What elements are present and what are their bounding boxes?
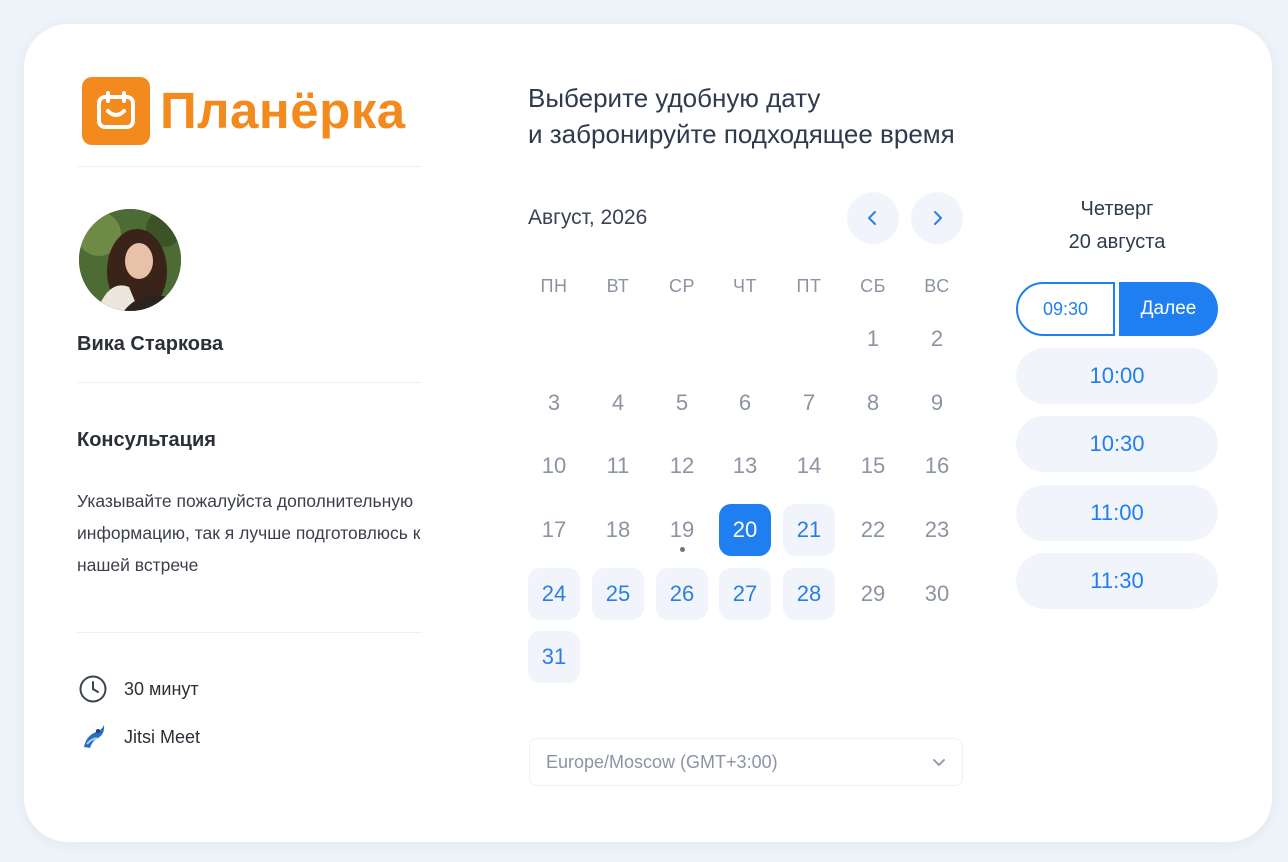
calendar-day: 17 xyxy=(541,517,567,542)
duration-text: 30 минут xyxy=(124,678,199,699)
calendar-day: 18 xyxy=(605,517,631,542)
jitsi-icon xyxy=(77,721,109,753)
duration-row: 30 минут xyxy=(77,673,199,705)
heading-line-1: Выберите удобную дату xyxy=(528,83,821,113)
time-slot-button[interactable]: 11:30 xyxy=(1016,553,1218,609)
calendar-day: 11 xyxy=(606,453,630,478)
calendar-day[interactable]: 21 xyxy=(783,504,835,556)
calendar-day: 16 xyxy=(924,453,950,478)
calendar-day: 9 xyxy=(930,390,944,415)
month-label: Август, 2026 xyxy=(528,206,648,229)
brand-name: Планёрка xyxy=(160,82,406,139)
calendar-day: 12 xyxy=(669,453,695,478)
weekday-label: СБ xyxy=(860,276,886,296)
calendar-day: 30 xyxy=(924,581,950,606)
calendar-day: 3 xyxy=(547,390,561,415)
prev-month-button[interactable] xyxy=(847,192,899,244)
event-title: Консультация xyxy=(77,429,216,451)
calendar-logo-icon xyxy=(82,77,150,145)
calendar-day[interactable]: 26 xyxy=(656,568,708,620)
calendar-day[interactable]: 27 xyxy=(719,568,771,620)
calendar-day[interactable]: 25 xyxy=(592,568,644,620)
time-slot-button[interactable]: 10:30 xyxy=(1016,416,1218,472)
timezone-value: Europe/Moscow (GMT+3:00) xyxy=(546,751,778,772)
calendar-day: 1 xyxy=(866,326,880,351)
heading-line-2: и забронируйте подходящее время xyxy=(528,119,955,149)
divider xyxy=(77,166,422,167)
calendar-day: 29 xyxy=(860,581,886,606)
calendar-day: 22 xyxy=(860,517,886,542)
avatar xyxy=(79,209,181,311)
calendar-day: 13 xyxy=(732,453,758,478)
chevron-right-icon xyxy=(934,211,942,225)
weekday-label: ЧТ xyxy=(733,276,757,296)
next-button[interactable]: Далее xyxy=(1119,282,1218,336)
event-description: Указывайте пожалуйста дополнительную инф… xyxy=(77,491,421,575)
selected-day-name: Четверг xyxy=(1080,198,1154,220)
calendar-day: 19 xyxy=(656,504,708,556)
calendar-day: 6 xyxy=(738,390,752,415)
selected-time-slot[interactable]: 09:30 xyxy=(1016,282,1115,336)
calendar-day: 5 xyxy=(675,390,689,415)
clock-icon xyxy=(77,673,109,705)
time-slot-button[interactable]: 11:00 xyxy=(1016,485,1218,541)
location-text: Jitsi Meet xyxy=(124,726,201,747)
calendar-day: 8 xyxy=(866,390,880,415)
next-month-button[interactable] xyxy=(911,192,963,244)
calendar-day: 15 xyxy=(860,453,886,478)
weekday-label: ВС xyxy=(924,276,950,296)
today-indicator xyxy=(680,547,685,552)
weekday-label: СР xyxy=(668,276,695,296)
selected-day-date: 20 августа xyxy=(1068,231,1166,253)
calendar-day[interactable]: 31 xyxy=(528,631,580,683)
calendar-day: 2 xyxy=(930,326,944,351)
selected-day-title: Четверг 20 августа xyxy=(1017,193,1217,259)
calendar-day: 7 xyxy=(802,390,816,415)
divider xyxy=(77,382,422,383)
page-heading: Выберите удобную дату и забронируйте под… xyxy=(528,80,955,152)
calendar-day: 10 xyxy=(541,453,567,478)
calendar-day: 4 xyxy=(611,390,625,415)
divider xyxy=(77,632,422,633)
timezone-select[interactable]: Europe/Moscow (GMT+3:00) xyxy=(529,738,963,786)
calendar-day: 23 xyxy=(924,517,950,542)
calendar-day: 14 xyxy=(796,453,822,478)
calendar-day[interactable]: 28 xyxy=(783,568,835,620)
host-name: Вика Старкова xyxy=(77,333,224,355)
weekday-label: ПТ xyxy=(796,276,822,296)
chevron-down-icon xyxy=(933,759,945,766)
calendar-day-selected[interactable]: 20 xyxy=(719,504,771,556)
weekday-label: ПН xyxy=(540,276,568,296)
calendar-day[interactable]: 24 xyxy=(528,568,580,620)
time-slot-button[interactable]: 10:00 xyxy=(1016,348,1218,404)
brand-logo: Планёрка xyxy=(82,77,406,145)
chevron-left-icon xyxy=(868,211,876,225)
weekday-label: ВТ xyxy=(606,276,630,296)
location-row: Jitsi Meet xyxy=(77,721,200,753)
